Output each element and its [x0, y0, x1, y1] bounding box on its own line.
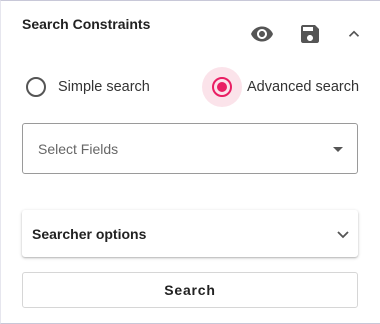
- select-fields-placeholder: Select Fields: [38, 141, 119, 157]
- chevron-up-icon[interactable]: [341, 21, 367, 47]
- save-icon[interactable]: [297, 21, 323, 47]
- radio-focus-halo: [202, 67, 242, 107]
- panel-title: Search Constraints: [22, 16, 151, 32]
- search-button[interactable]: Search: [22, 272, 358, 308]
- select-fields-dropdown[interactable]: Select Fields: [22, 123, 358, 174]
- dropdown-arrow-icon: [333, 147, 343, 152]
- searcher-options-label: Searcher options: [32, 226, 147, 242]
- radio-unchecked-icon: [26, 77, 46, 97]
- advanced-search-radio[interactable]: Advanced search: [202, 67, 359, 107]
- search-constraints-panel: Search Constraints Simple search Advance…: [0, 0, 380, 324]
- advanced-search-label: Advanced search: [247, 79, 360, 95]
- chevron-down-icon: [337, 231, 349, 239]
- eye-icon[interactable]: [249, 21, 275, 47]
- simple-search-label: Simple search: [58, 79, 150, 95]
- searcher-options-expander[interactable]: Searcher options: [22, 210, 358, 257]
- search-mode-group: Simple search Advanced search: [1, 67, 380, 107]
- radio-checked-icon: [212, 77, 232, 97]
- simple-search-radio[interactable]: Simple search: [26, 67, 150, 107]
